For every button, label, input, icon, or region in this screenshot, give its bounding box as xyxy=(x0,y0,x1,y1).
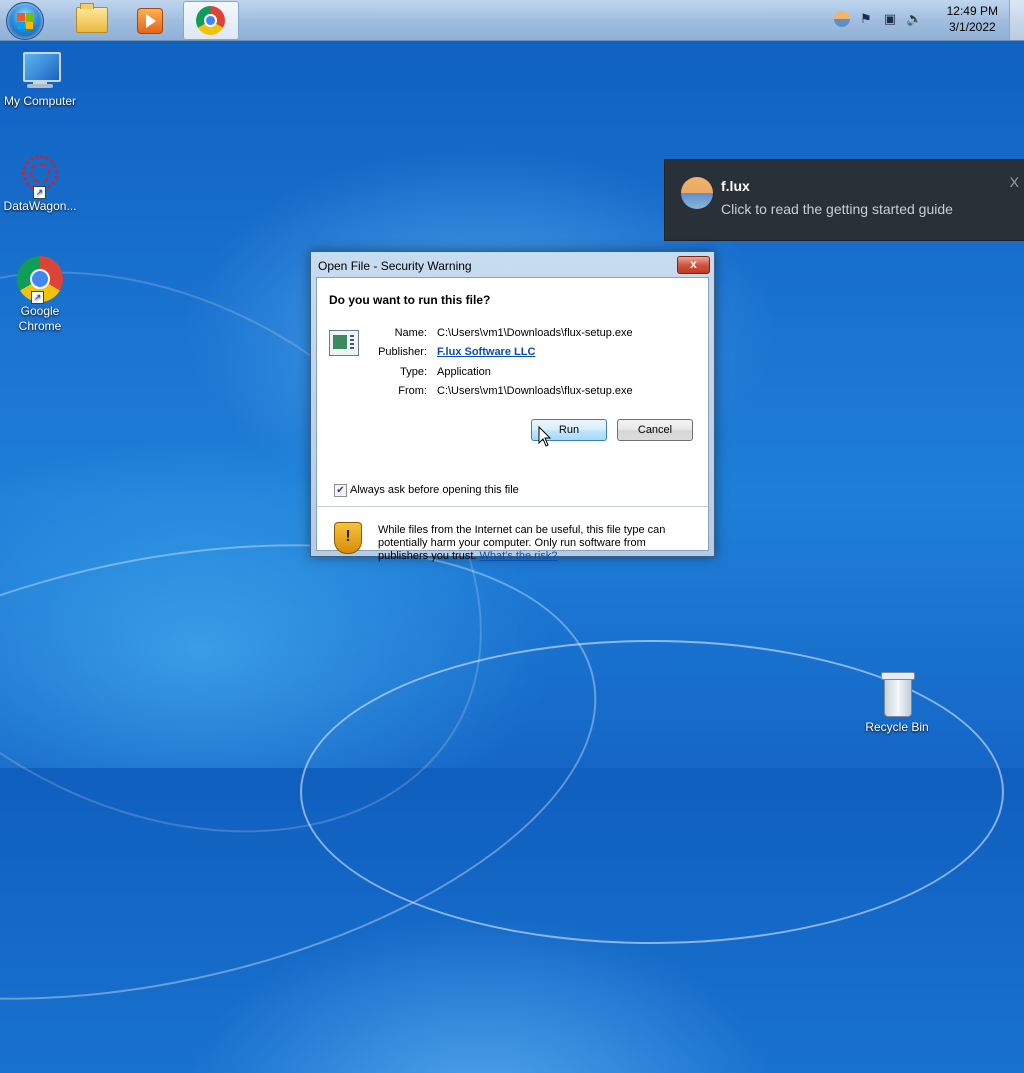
dialog-title: Open File - Security Warning xyxy=(318,259,472,273)
show-desktop-button[interactable] xyxy=(1009,0,1024,40)
name-label: Name: xyxy=(394,327,427,339)
always-ask-label[interactable]: Always ask before opening this file xyxy=(350,484,519,496)
flux-tray-icon[interactable] xyxy=(834,11,850,27)
clock[interactable]: 12:49 PM 3/1/2022 xyxy=(947,3,998,35)
desktop-icon-datawagon[interactable]: ↗ DataWagon... xyxy=(0,153,80,214)
clock-date: 3/1/2022 xyxy=(948,20,996,34)
system-tray: ⚑ ▣ 🔈 12:49 PM 3/1/2022 xyxy=(834,0,1024,40)
publisher-label: Publisher: xyxy=(378,346,427,358)
dialog-question: Do you want to run this file? xyxy=(329,293,491,307)
taskbar-media-player[interactable] xyxy=(122,1,176,38)
windows-logo-icon xyxy=(17,13,33,29)
action-center-flag-icon[interactable]: ⚑ xyxy=(858,11,874,27)
clock-time: 12:49 PM xyxy=(946,4,998,18)
taskbar-file-explorer[interactable] xyxy=(62,1,116,38)
desktop-icon-label: DataWagon... xyxy=(3,199,77,213)
chrome-desktop-icon-wrap: ↗ xyxy=(17,256,63,304)
name-value: C:\Users\vm1\Downloads\flux-setup.exe xyxy=(437,327,633,339)
divider xyxy=(317,506,708,507)
flux-logo-icon xyxy=(681,177,713,209)
recycle-bin-icon xyxy=(879,670,915,718)
desktop-icon-label: My Computer xyxy=(3,94,77,108)
mouse-cursor-icon xyxy=(538,426,552,447)
folder-icon xyxy=(76,3,108,33)
taskbar: ⚑ ▣ 🔈 12:49 PM 3/1/2022 xyxy=(0,0,1024,41)
notification-body[interactable]: Click to read the getting started guide xyxy=(721,201,953,217)
flux-notification[interactable]: f.lux Click to read the getting started … xyxy=(664,159,1024,241)
always-ask-checkbox[interactable]: ✔ xyxy=(334,484,347,497)
type-value: Application xyxy=(437,366,491,378)
shortcut-arrow-icon: ↗ xyxy=(31,291,44,304)
application-file-icon xyxy=(329,330,359,356)
start-button[interactable] xyxy=(6,2,44,40)
security-warning-dialog: Open File - Security Warning x Do you wa… xyxy=(310,251,715,562)
close-icon[interactable]: X xyxy=(1010,174,1019,190)
notification-title: f.lux xyxy=(721,178,750,194)
network-icon[interactable]: ▣ xyxy=(882,11,898,27)
cancel-button[interactable]: Cancel xyxy=(617,419,693,441)
dialog-body: Do you want to run this file? Name: C:\U… xyxy=(316,277,709,562)
datawagon-icon: ↗ xyxy=(19,153,61,199)
shortcut-arrow-icon: ↗ xyxy=(33,186,46,199)
desktop-icon-label: Google Chrome xyxy=(18,304,62,333)
volume-icon[interactable]: 🔈 xyxy=(906,11,922,27)
from-value: C:\Users\vm1\Downloads\flux-setup.exe xyxy=(437,385,633,397)
whats-the-risk-link[interactable]: What's the risk? xyxy=(480,550,558,562)
media-player-icon xyxy=(137,8,163,34)
type-label: Type: xyxy=(400,366,427,378)
desktop-icon-my-computer[interactable]: My Computer xyxy=(0,50,80,109)
warning-shield-icon: ! xyxy=(334,522,362,554)
computer-icon xyxy=(19,50,61,92)
publisher-link[interactable]: F.lux Software LLC xyxy=(437,346,535,358)
desktop-icon-recycle-bin[interactable]: Recycle Bin xyxy=(857,670,937,735)
warning-message: While files from the Internet can be use… xyxy=(378,524,690,563)
from-label: From: xyxy=(398,385,427,397)
taskbar-chrome[interactable] xyxy=(183,1,239,40)
close-button[interactable]: x xyxy=(677,256,710,274)
desktop-icon-label: Recycle Bin xyxy=(865,720,929,734)
chrome-icon xyxy=(196,6,225,35)
desktop-icon-google-chrome[interactable]: ↗ Google Chrome xyxy=(0,256,80,334)
